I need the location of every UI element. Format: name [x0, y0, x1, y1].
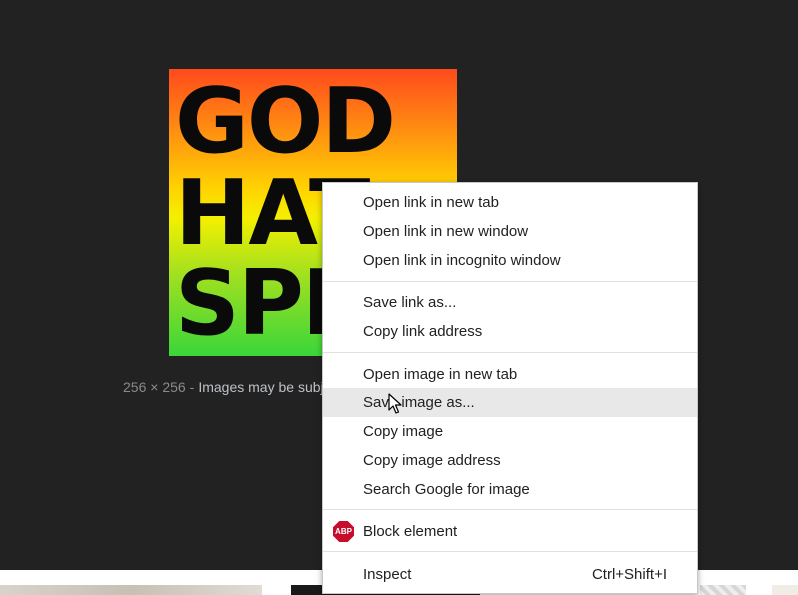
- menu-separator: [323, 281, 697, 282]
- menu-item-copy-link-address[interactable]: Copy link address: [323, 317, 697, 346]
- menu-item-label: Block element: [363, 523, 458, 540]
- context-menu: Open link in new tab Open link in new wi…: [322, 182, 698, 594]
- menu-item-label: Save link as...: [363, 294, 457, 311]
- menu-item-label: Copy image address: [363, 452, 501, 469]
- menu-item-save-link-as[interactable]: Save link as...: [323, 288, 697, 317]
- menu-item-label: Save image as...: [363, 394, 475, 411]
- menu-item-label: Open link in new tab: [363, 194, 499, 211]
- menu-separator: [323, 352, 697, 353]
- image-text-line-1: GOD: [175, 69, 396, 174]
- meta-separator: -: [189, 379, 195, 395]
- menu-separator: [323, 551, 697, 552]
- menu-item-label: Open link in new window: [363, 223, 529, 240]
- menu-item-inspect[interactable]: Inspect Ctrl+Shift+I: [323, 560, 697, 589]
- menu-item-open-link-incognito[interactable]: Open link in incognito window: [323, 246, 697, 275]
- menu-item-label: Open image in new tab: [363, 366, 518, 383]
- related-image-3[interactable]: [700, 585, 746, 595]
- menu-item-copy-image[interactable]: Copy image: [323, 417, 697, 446]
- related-image-4[interactable]: [772, 585, 798, 595]
- menu-item-label: Inspect: [363, 566, 412, 583]
- adblock-plus-icon: ABP: [333, 521, 354, 542]
- copyright-notice[interactable]: Images may be subje: [198, 379, 331, 395]
- image-dimensions: 256 × 256: [123, 379, 186, 395]
- menu-item-search-google-for-image[interactable]: Search Google for image: [323, 475, 697, 504]
- menu-item-open-link-new-tab[interactable]: Open link in new tab: [323, 188, 697, 217]
- menu-item-block-element[interactable]: ABP Block element: [323, 517, 697, 546]
- menu-item-label: Search Google for image: [363, 481, 530, 498]
- menu-separator: [323, 509, 697, 510]
- image-text-line-3: SPI: [175, 251, 335, 356]
- mouse-pointer-icon: [388, 393, 402, 414]
- menu-item-copy-image-address[interactable]: Copy image address: [323, 446, 697, 475]
- menu-item-open-link-new-window[interactable]: Open link in new window: [323, 217, 697, 246]
- menu-item-label: Copy image: [363, 423, 444, 440]
- menu-item-open-image-new-tab[interactable]: Open image in new tab: [323, 360, 697, 389]
- menu-item-shortcut: Ctrl+Shift+I: [591, 566, 667, 583]
- menu-item-save-image-as[interactable]: Save image as...: [323, 388, 697, 417]
- image-meta: 256 × 256- Images may be subje: [123, 379, 331, 395]
- menu-item-label: Copy link address: [363, 323, 483, 340]
- menu-item-label: Open link in incognito window: [363, 252, 561, 269]
- related-image-1[interactable]: [0, 585, 262, 595]
